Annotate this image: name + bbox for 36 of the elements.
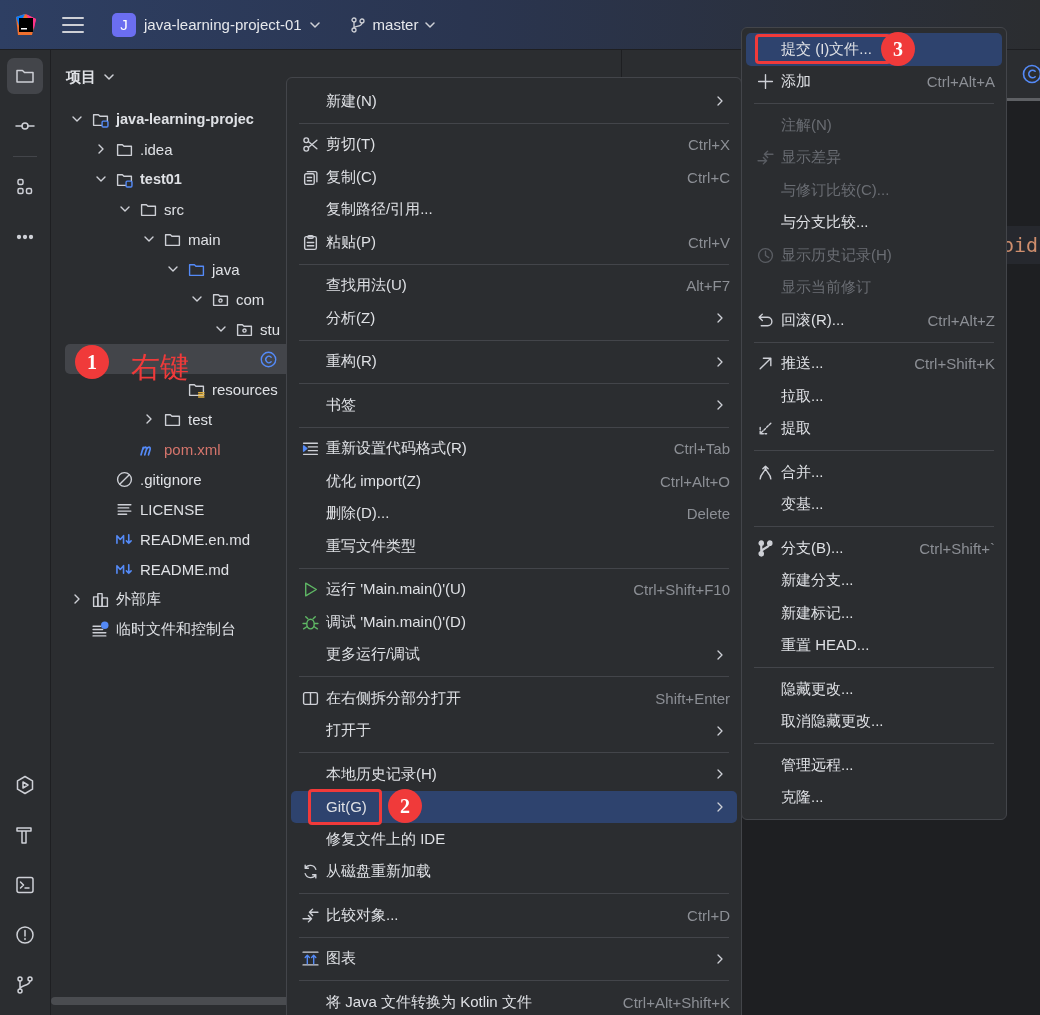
tree-item-label: src [164, 200, 184, 218]
shortcut-label: Alt+F7 [686, 277, 730, 295]
shortcut-label: Ctrl+Alt+A [926, 73, 995, 91]
project-avatar: J [112, 12, 136, 37]
tree-item-label: .gitignore [140, 470, 202, 488]
tree-item-label: resources [212, 380, 278, 398]
shortcut-label: Ctrl+Alt+O [659, 472, 730, 490]
shortcut-label: Ctrl+Shift+F10 [633, 581, 730, 599]
tree-item-label: com [236, 290, 265, 308]
tree-item-label: test01 [140, 171, 182, 187]
tree-item-label: stu [260, 320, 280, 338]
branch-name: master [372, 16, 419, 33]
tree-item-label: 外部库 [116, 589, 161, 609]
shortcut-label: Ctrl+D [687, 906, 730, 924]
project-name: java-learning-project-01 [144, 16, 302, 33]
shortcut-label: Ctrl+C [687, 168, 730, 186]
tree-item-label: README.md [140, 560, 230, 578]
tree-item-label: LICENSE [140, 500, 205, 518]
tree-item-label: test [188, 410, 213, 428]
annotation-label: 右键 [131, 350, 189, 385]
tree-item-label: main [188, 230, 221, 248]
tree-item-label: README.en.md [140, 530, 251, 548]
shortcut-label: Delete [686, 505, 730, 523]
shortcut-label: Ctrl+Tab [673, 440, 730, 458]
tree-item-label: 临时文件和控制台 [116, 619, 236, 639]
tree-item-label: .idea [140, 140, 173, 158]
tree-item-label: pom.xml [164, 440, 221, 458]
shortcut-label: Ctrl+V [687, 233, 730, 251]
tree-item-label: java-learning-projec [116, 111, 254, 127]
shortcut-label: Ctrl+Alt+Shift+K [622, 993, 730, 1011]
shortcut-label: Ctrl+Shift+` [919, 539, 995, 557]
shortcut-label: Shift+Enter [655, 689, 730, 707]
shortcut-label: Ctrl+X [687, 136, 730, 154]
tree-item-label: java [212, 260, 240, 278]
shortcut-label: Ctrl+Shift+K [914, 355, 995, 373]
shortcut-label: Ctrl+Alt+Z [927, 311, 995, 329]
